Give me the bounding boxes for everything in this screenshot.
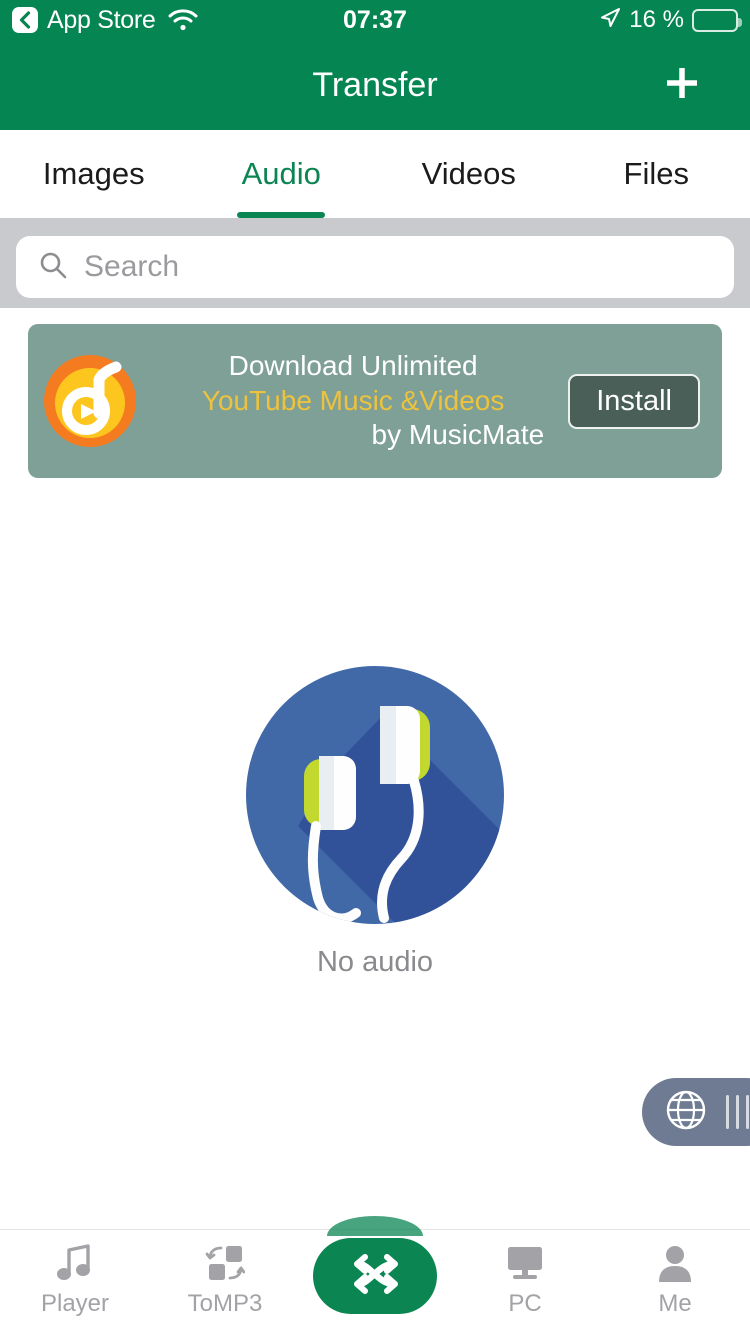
- tab-label: Videos: [421, 156, 516, 191]
- status-bar: App Store 07:37 16 %: [0, 0, 750, 40]
- nav-label: Me: [658, 1290, 692, 1317]
- ad-banner-container: Download Unlimited YouTube Music &Videos…: [0, 308, 750, 478]
- music-note-icon: [55, 1242, 95, 1284]
- page-title: Transfer: [312, 65, 438, 104]
- tab-label: Files: [623, 156, 689, 191]
- install-button[interactable]: Install: [568, 373, 700, 429]
- empty-state: No audio: [0, 666, 750, 979]
- tab-files[interactable]: Files: [563, 130, 750, 218]
- desktop-monitor-icon: [504, 1242, 546, 1284]
- nav-item-tomp3[interactable]: ToMP3: [150, 1230, 300, 1318]
- nav-label: Player: [40, 1290, 110, 1317]
- back-app-label: App Store: [47, 5, 156, 34]
- ad-line-3: by MusicMate: [371, 419, 545, 451]
- search-bar-container: Search: [0, 218, 750, 308]
- nav-item-transfer[interactable]: [300, 1216, 450, 1314]
- ad-banner[interactable]: Download Unlimited YouTube Music &Videos…: [28, 324, 722, 478]
- status-clock: 07:37: [343, 5, 407, 34]
- back-to-app-store-button[interactable]: [12, 7, 38, 33]
- status-bar-left: App Store: [12, 6, 198, 35]
- nav-item-pc[interactable]: PC: [450, 1230, 600, 1318]
- category-tabs: Images Audio Videos Files: [0, 130, 750, 218]
- nav-item-player[interactable]: Player: [0, 1230, 150, 1318]
- empty-state-message: No audio: [316, 946, 434, 978]
- nav-item-me[interactable]: Me: [600, 1230, 750, 1318]
- music-note-play-icon: [42, 353, 138, 449]
- battery-icon: [692, 8, 742, 32]
- nav-label: PC: [508, 1290, 542, 1317]
- search-icon: [38, 250, 68, 285]
- tab-videos[interactable]: Videos: [375, 130, 563, 218]
- earbuds-headphones-icon: [246, 666, 504, 924]
- tab-label: Images: [42, 156, 145, 191]
- person-icon: [654, 1242, 696, 1284]
- floating-browser-widget[interactable]: [642, 1078, 750, 1146]
- convert-icon: [205, 1242, 245, 1284]
- tab-label: Audio: [241, 156, 321, 191]
- chevron-left-icon: [18, 11, 32, 29]
- plus-icon: [661, 62, 703, 109]
- transfer-button[interactable]: [313, 1238, 437, 1314]
- search-placeholder: Search: [84, 250, 180, 283]
- ad-line-1: Download Unlimited: [228, 349, 478, 381]
- battery-percent-label: 16 %: [629, 6, 684, 33]
- search-input[interactable]: Search: [16, 236, 734, 298]
- ad-line-2: YouTube Music &Videos: [201, 384, 505, 416]
- tab-images[interactable]: Images: [0, 130, 188, 218]
- status-bar-right: 16 %: [599, 6, 742, 34]
- ad-text-block: Download Unlimited YouTube Music &Videos…: [156, 350, 550, 452]
- nav-label: ToMP3: [187, 1290, 263, 1317]
- tab-audio[interactable]: Audio: [188, 130, 376, 218]
- location-arrow-icon: [599, 7, 621, 34]
- bottom-navigation: Player ToMP3 PC Me: [0, 1216, 750, 1334]
- tab-active-underline: [237, 212, 326, 218]
- app-header: Transfer: [0, 40, 750, 130]
- globe-icon: [664, 1088, 708, 1137]
- add-button[interactable]: [658, 61, 706, 109]
- shuffle-transfer-icon: [347, 1252, 403, 1301]
- drag-handle[interactable]: [726, 1095, 749, 1129]
- wifi-icon: [168, 9, 198, 31]
- center-button-halo: [327, 1216, 423, 1236]
